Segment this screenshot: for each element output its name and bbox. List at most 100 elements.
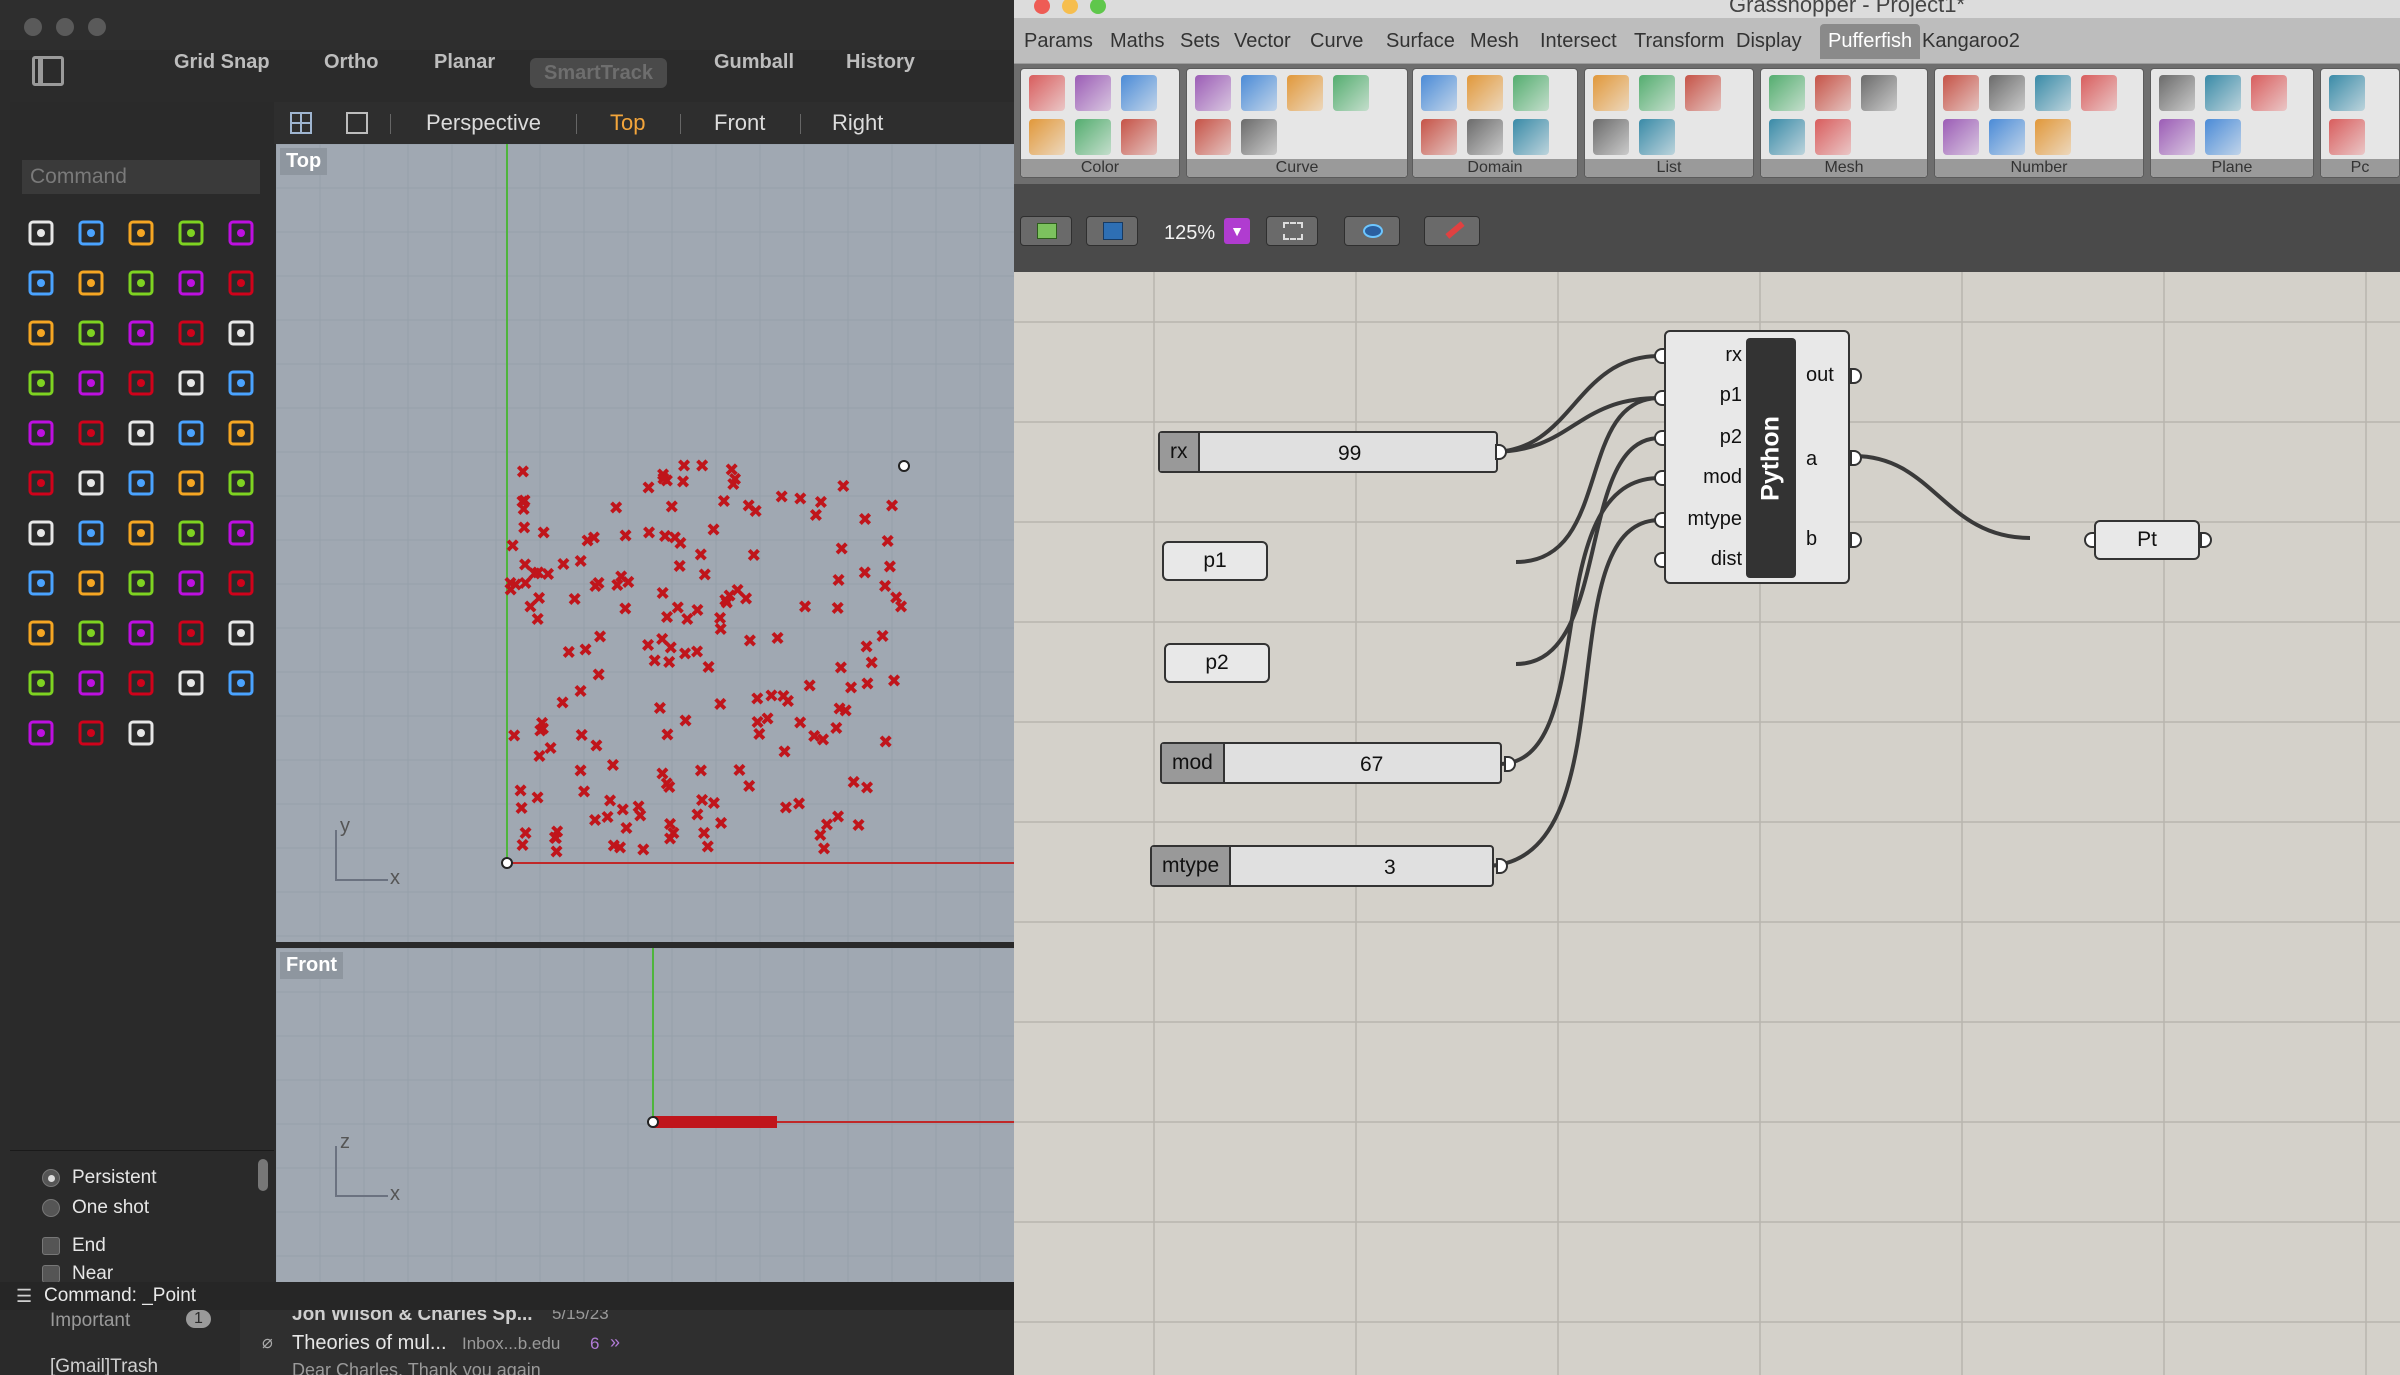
explode-icon[interactable] <box>72 364 112 404</box>
point-marker[interactable]: ✖ <box>750 689 765 710</box>
point-marker[interactable]: ✖ <box>706 794 721 815</box>
minimize-button[interactable] <box>56 18 74 36</box>
join-icon[interactable] <box>72 714 112 754</box>
lock-icon[interactable] <box>22 514 62 554</box>
tab-front[interactable]: Front <box>714 108 765 138</box>
tab-right[interactable]: Right <box>832 108 883 138</box>
point-marker[interactable]: ✖ <box>829 718 844 739</box>
box-icon[interactable] <box>172 614 212 654</box>
light-icon[interactable] <box>222 464 262 504</box>
point-marker[interactable]: ✖ <box>750 713 765 734</box>
point-marker[interactable]: ✖ <box>631 797 646 818</box>
smarttrack-button[interactable]: SmartTrack <box>530 58 667 88</box>
ribbon-tool-icon[interactable] <box>2329 119 2365 155</box>
ribbon-tool-icon[interactable] <box>1467 75 1503 111</box>
point-marker[interactable]: ✖ <box>567 590 582 611</box>
point-marker[interactable]: ✖ <box>836 477 851 498</box>
point-marker[interactable]: ✖ <box>831 807 846 828</box>
curve-icon[interactable] <box>122 564 162 604</box>
param-p2[interactable]: p2 <box>1164 643 1270 683</box>
python-input-p1[interactable]: p1 <box>1720 384 1742 407</box>
menu-curve[interactable]: Curve <box>1310 30 1363 53</box>
point-marker[interactable]: ✖ <box>797 597 812 618</box>
ribbon-tool-icon[interactable] <box>2205 119 2241 155</box>
point-marker[interactable]: ✖ <box>675 472 690 493</box>
ribbon-tool-icon[interactable] <box>1029 119 1065 155</box>
render-icon[interactable] <box>172 464 212 504</box>
split-icon[interactable] <box>22 364 62 404</box>
point-marker[interactable]: ✖ <box>532 746 547 767</box>
sphere-icon[interactable] <box>22 314 62 354</box>
explode-icon[interactable] <box>22 714 62 754</box>
point-marker[interactable]: ✖ <box>574 726 589 747</box>
ribbon-tool-icon[interactable] <box>1769 119 1805 155</box>
point-marker[interactable]: ✖ <box>664 497 679 518</box>
ribbon-tool-icon[interactable] <box>1195 119 1231 155</box>
ribbon-tool-icon[interactable] <box>2035 119 2071 155</box>
move-icon[interactable] <box>172 364 212 404</box>
point-marker[interactable]: ✖ <box>576 782 591 803</box>
point-marker[interactable]: ✖ <box>609 498 624 519</box>
zoom-dropdown-icon[interactable]: ▼ <box>1224 218 1250 244</box>
surface-icon[interactable] <box>172 264 212 304</box>
point-marker[interactable]: ✖ <box>655 583 670 604</box>
viewport-label-front[interactable]: Front <box>280 952 344 979</box>
arc-icon[interactable] <box>222 564 262 604</box>
osnap-end[interactable]: End <box>42 1233 106 1259</box>
join-icon[interactable] <box>122 364 162 404</box>
point-marker[interactable]: ✖ <box>880 532 895 553</box>
point-marker[interactable]: ✖ <box>515 836 530 857</box>
point-marker[interactable]: ✖ <box>660 725 675 746</box>
point-marker[interactable]: ✖ <box>713 695 728 716</box>
mirror-icon[interactable] <box>122 414 162 454</box>
boolean-icon[interactable] <box>22 464 62 504</box>
sphere-icon[interactable] <box>222 614 262 654</box>
python-output-out[interactable]: out <box>1806 364 1834 387</box>
point-marker[interactable]: ✖ <box>573 682 588 703</box>
menu-display[interactable]: Display <box>1736 30 1802 53</box>
point-icon[interactable] <box>72 214 112 254</box>
point-marker[interactable]: ✖ <box>600 807 615 828</box>
param-p1[interactable]: p1 <box>1162 541 1268 581</box>
point-marker[interactable]: ✖ <box>802 676 817 697</box>
ribbon-tool-icon[interactable] <box>2081 75 2117 111</box>
point-marker[interactable]: ✖ <box>815 730 830 751</box>
ribbon-tool-icon[interactable] <box>1467 119 1503 155</box>
python-input-mtype[interactable]: mtype <box>1688 508 1742 531</box>
point-marker[interactable]: ✖ <box>697 824 712 845</box>
point-marker[interactable]: ✖ <box>636 840 651 861</box>
point-marker[interactable]: ✖ <box>605 756 620 777</box>
ribbon-tool-icon[interactable] <box>1075 119 1111 155</box>
osnap-persistent[interactable]: Persistent <box>42 1165 156 1191</box>
split-icon[interactable] <box>222 664 262 704</box>
ribbon-tool-icon[interactable] <box>1861 75 1897 111</box>
extrude-icon[interactable] <box>72 664 112 704</box>
curve-icon[interactable] <box>172 214 212 254</box>
point-marker[interactable]: ✖ <box>833 658 848 679</box>
point-marker[interactable]: ✖ <box>844 678 859 699</box>
point-marker[interactable]: ✖ <box>746 546 761 567</box>
python-port-mtype[interactable] <box>1654 512 1666 528</box>
ribbon-tool-icon[interactable] <box>1815 119 1851 155</box>
select-arrow-icon[interactable] <box>22 214 62 254</box>
ribbon-tool-icon[interactable] <box>1195 75 1231 111</box>
ribbon-tool-icon[interactable] <box>1241 75 1277 111</box>
top-viewport-canvas[interactable]: ✖✖✖✖✖✖✖✖✖✖✖✖✖✖✖✖✖✖✖✖✖✖✖✖✖✖✖✖✖✖✖✖✖✖✖✖✖✖✖✖… <box>276 144 1016 942</box>
point-marker[interactable]: ✖ <box>697 565 712 586</box>
ribbon-group-label[interactable]: Mesh <box>1761 159 1927 177</box>
mail-folder-important[interactable]: Important <box>50 1310 130 1332</box>
ribbon-tool-icon[interactable] <box>1513 75 1549 111</box>
point-marker[interactable]: ✖ <box>889 588 904 609</box>
ribbon-tool-icon[interactable] <box>1769 75 1805 111</box>
ribbon-group-label[interactable]: List <box>1585 159 1753 177</box>
point-marker[interactable]: ✖ <box>515 492 530 513</box>
point-marker[interactable]: ✖ <box>875 626 890 647</box>
radio-icon[interactable] <box>42 1169 60 1187</box>
python-component[interactable]: rx p1 p2 mod mtype dist Python out a b <box>1664 330 1850 584</box>
point-marker[interactable]: ✖ <box>527 564 542 585</box>
point-marker[interactable]: ✖ <box>834 539 849 560</box>
check-icon[interactable] <box>222 414 262 454</box>
python-input-p2[interactable]: p2 <box>1720 426 1742 449</box>
point-marker[interactable]: ✖ <box>742 631 757 652</box>
point-marker[interactable]: ✖ <box>573 552 588 573</box>
